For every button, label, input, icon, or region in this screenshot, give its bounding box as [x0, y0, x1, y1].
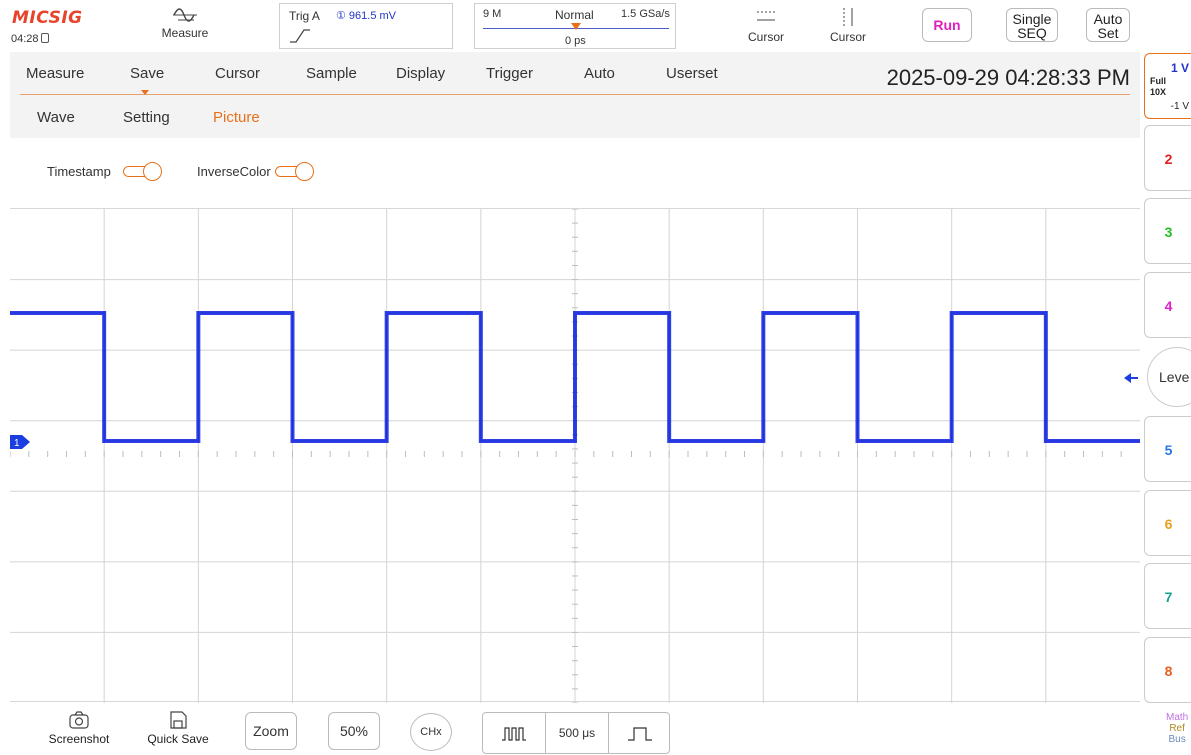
seq-label: SEQ	[1017, 25, 1047, 41]
picture-options: Timestamp InverseColor	[10, 138, 1140, 208]
ch1-probe: 10X	[1150, 87, 1167, 97]
single-seq-button[interactable]: Single SEQ	[1006, 8, 1058, 42]
tab-display[interactable]: Display	[396, 65, 445, 82]
measure-button[interactable]: Measure	[150, 4, 220, 48]
quick-save-label: Quick Save	[147, 732, 209, 746]
single-label: Single	[1012, 11, 1052, 27]
tab-measure[interactable]: Measure	[26, 65, 84, 82]
chx-button[interactable]: CHx	[410, 713, 452, 751]
oscilloscope-app: MICSIG 04:28 Measure Trig A ① 961.5 mV 9…	[0, 0, 1191, 755]
cursor-v-label: Cursor	[829, 30, 866, 44]
measure-icon	[173, 8, 197, 22]
trigger-panel[interactable]: Trig A ① 961.5 mV	[279, 3, 453, 49]
inversecolor-toggle[interactable]	[275, 162, 315, 181]
zoom-button[interactable]: Zoom	[245, 712, 297, 750]
tab-sample[interactable]: Sample	[306, 65, 357, 82]
ch1-offset: -1 V	[1170, 101, 1189, 112]
sub-tabs: Wave Setting Picture	[10, 96, 610, 136]
rising-edge-icon	[290, 29, 310, 43]
measure-label: Measure	[161, 26, 209, 40]
save-icon	[170, 711, 187, 729]
datetime-display: 2025-09-29 04:28:33 PM	[886, 65, 1130, 90]
math-ref-bus-button[interactable]: Math Ref Bus	[1166, 712, 1188, 745]
channel-sidebar: 1 V Full 10X -1 V 2 3 4 Leve 5 6 7 8	[1143, 50, 1191, 755]
horizontal-cursor-icon	[736, 6, 796, 30]
timestamp-toggle[interactable]	[123, 162, 163, 181]
ch1-bandwidth: Full	[1150, 76, 1166, 86]
fifty-percent-button[interactable]: 50%	[328, 712, 380, 750]
bus-label: Bus	[1168, 734, 1186, 745]
auto-set-button[interactable]: Auto Set	[1086, 8, 1130, 42]
ch1-marker-label: 1	[14, 438, 20, 449]
active-tab-marker	[141, 90, 149, 95]
channel-1-button[interactable]: 1 V Full 10X -1 V	[1144, 53, 1191, 119]
horizontal-delay: 0 ps	[565, 35, 586, 47]
top-bar: MICSIG 04:28 Measure Trig A ① 961.5 mV 9…	[0, 0, 1140, 52]
lock-icon	[40, 33, 49, 43]
waveform-canvas: 1	[10, 209, 1140, 703]
timebase-panel[interactable]: 9 M Normal 1.5 GSa/s 0 ps	[474, 3, 676, 49]
cursor-h-label: Cursor	[747, 30, 784, 44]
timebase-control: 500 μs	[482, 712, 670, 754]
trigger-level-button[interactable]: Leve	[1147, 347, 1191, 407]
channel-2-button[interactable]: 2	[1144, 125, 1191, 191]
clock-time: 04:28	[11, 33, 39, 45]
wide-pulse-icon	[628, 727, 652, 741]
brand-logo: MICSIG	[12, 8, 83, 28]
channel-5-button[interactable]: 5	[1144, 416, 1191, 482]
ref-label: Ref	[1169, 723, 1185, 734]
channel-4-button[interactable]: 4	[1144, 272, 1191, 338]
tab-userset[interactable]: Userset	[666, 65, 718, 82]
channel-1-trace-core	[10, 312, 1140, 442]
sample-rate: 1.5 GSa/s	[621, 8, 670, 20]
subtab-wave[interactable]: Wave	[37, 109, 75, 126]
tab-auto[interactable]: Auto	[584, 65, 615, 82]
cursor-vertical-button[interactable]: Cursor	[818, 6, 878, 50]
channel-8-button[interactable]: 8	[1144, 637, 1191, 703]
timebase-increase-button[interactable]	[609, 713, 671, 753]
tab-trigger[interactable]: Trigger	[486, 65, 533, 82]
timestamp-label: Timestamp	[47, 164, 111, 179]
cursor-horizontal-button[interactable]: Cursor	[736, 6, 796, 50]
toggle-knob	[143, 162, 162, 181]
subtab-setting[interactable]: Setting	[123, 109, 170, 126]
set-label: Set	[1097, 25, 1119, 41]
ch1-offset-marker	[10, 435, 30, 449]
camera-icon	[69, 711, 89, 729]
trigger-level-arrow	[1124, 373, 1131, 383]
toggle-knob	[295, 162, 314, 181]
ch1-scale: 1 V	[1170, 61, 1189, 75]
tab-divider	[20, 94, 1130, 95]
auto-label: Auto	[1093, 11, 1123, 27]
screenshot-button[interactable]: Screenshot	[44, 710, 114, 746]
memory-depth: 9 M	[483, 8, 502, 20]
waveform-display[interactable]: 1	[10, 208, 1140, 703]
status-clock: 04:28	[11, 33, 49, 45]
menu-panel: Measure Save Cursor Sample Display Trigg…	[10, 52, 1140, 208]
quick-save-button[interactable]: Quick Save	[143, 710, 213, 746]
screenshot-label: Screenshot	[48, 732, 110, 746]
run-button[interactable]: Run	[922, 8, 972, 42]
channel-6-button[interactable]: 6	[1144, 490, 1191, 556]
trigger-level-value: ① 961.5 mV	[336, 10, 397, 22]
timebase-decrease-button[interactable]	[483, 713, 545, 753]
channel-7-button[interactable]: 7	[1144, 563, 1191, 629]
bottom-toolbar: Screenshot Quick Save Zoom 50% CHx 500 μ…	[0, 704, 1140, 755]
tab-cursor[interactable]: Cursor	[215, 65, 260, 82]
acquire-mode: Normal	[555, 8, 594, 22]
menu-tabs: Measure Save Cursor Sample Display Trigg…	[10, 52, 1140, 94]
trigger-label: Trig A	[289, 9, 320, 23]
math-label: Math	[1166, 712, 1189, 723]
subtab-picture[interactable]: Picture	[213, 109, 260, 126]
tab-save[interactable]: Save	[130, 65, 164, 82]
inversecolor-label: InverseColor	[197, 164, 271, 179]
vertical-cursor-icon	[818, 6, 878, 30]
timebase-value: 500 μs	[545, 713, 609, 753]
compressed-pulse-icon	[502, 727, 526, 741]
trigger-position-marker[interactable]	[571, 23, 581, 30]
channel-3-button[interactable]: 3	[1144, 198, 1191, 264]
